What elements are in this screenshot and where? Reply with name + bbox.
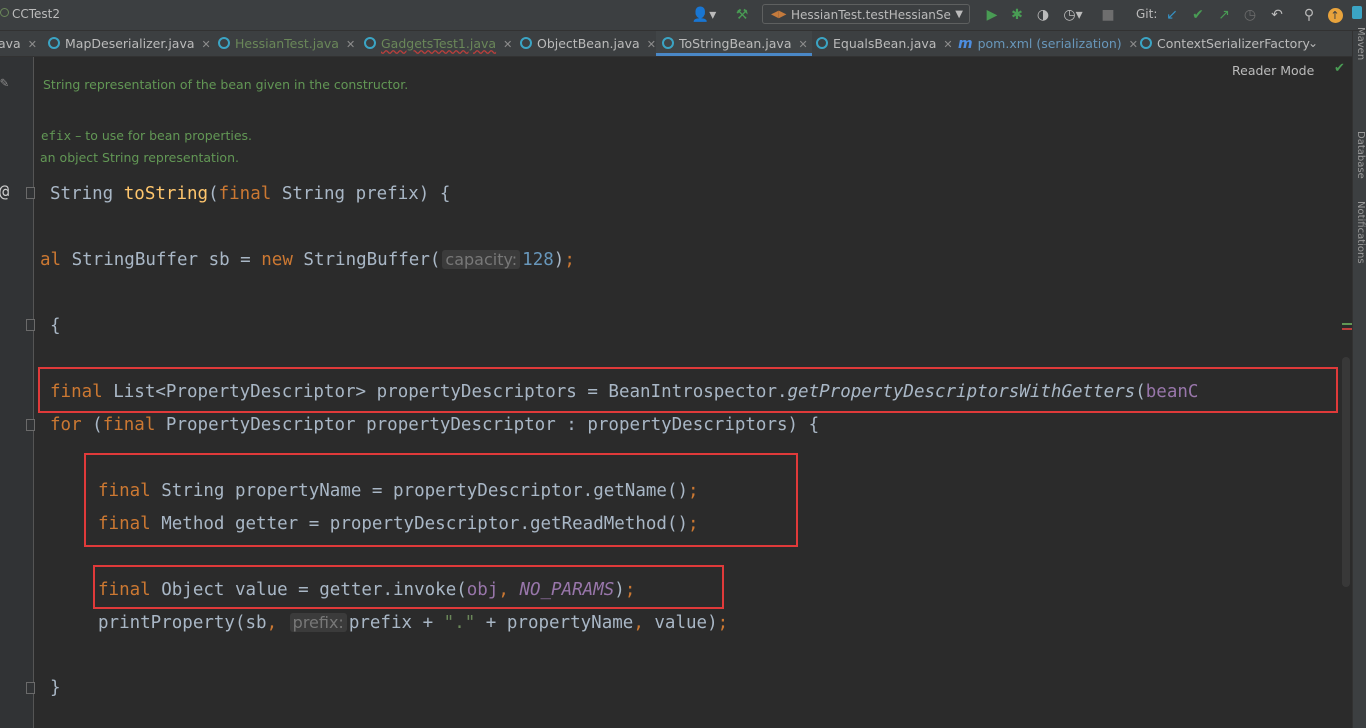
close-icon[interactable]: ✕: [346, 38, 355, 51]
tab-context-serializer-factory[interactable]: ContextSerializerFactory: [1140, 31, 1310, 56]
build-hammer-icon[interactable]: ⚒: [733, 6, 751, 24]
maven-icon: m: [958, 36, 973, 52]
close-icon[interactable]: ✕: [647, 38, 656, 51]
update-icon[interactable]: ↑: [1326, 6, 1344, 24]
git-history-icon[interactable]: ◷: [1242, 6, 1258, 24]
maven-tool-button[interactable]: Maven: [1355, 27, 1366, 60]
coverage-icon[interactable]: ◑: [1034, 6, 1052, 24]
java-class-icon: [816, 37, 828, 49]
git-update-icon[interactable]: ↙: [1164, 6, 1180, 24]
java-class-icon: [1140, 37, 1152, 49]
user-account-icon[interactable]: 👤▾: [690, 6, 718, 24]
edit-pencil-icon[interactable]: ✎: [0, 75, 8, 91]
code-line-close-brace: }: [50, 678, 61, 698]
code-line-method-signature: String toString(final String prefix) {: [50, 184, 451, 204]
chevron-down-icon: ▼: [955, 9, 963, 20]
close-icon[interactable]: ✕: [503, 38, 512, 51]
close-icon[interactable]: ✕: [798, 38, 807, 51]
highlight-box-invoke-line: [93, 565, 724, 609]
tab-pom-xml[interactable]: m pom.xml (serialization) ✕: [958, 31, 1138, 56]
tab-map-deserializer[interactable]: MapDeserializer.java ✕: [48, 31, 211, 56]
param-hint-capacity: capacity:: [442, 250, 521, 269]
notifications-tool-button[interactable]: Notifications: [1355, 201, 1366, 264]
tab-java-truncated[interactable]: ava ✕: [0, 31, 37, 56]
highlight-box-property-descriptors: [38, 367, 1338, 413]
override-marker-icon[interactable]: @: [0, 182, 9, 202]
git-push-icon[interactable]: ↗: [1216, 6, 1232, 24]
java-class-icon: [662, 37, 674, 49]
javadoc-return: an object String representation.: [40, 150, 239, 165]
close-icon[interactable]: ✕: [1129, 38, 1138, 51]
code-line-open-brace: {: [50, 316, 61, 336]
close-icon[interactable]: ✕: [202, 38, 211, 51]
reader-mode-toggle[interactable]: Reader Mode: [1232, 63, 1314, 78]
java-class-icon: [218, 37, 230, 49]
scrollbar-error-marker: [1342, 328, 1352, 330]
javadoc-param: efix – to use for bean properties.: [41, 128, 253, 143]
tab-hessian-test[interactable]: HessianTest.java ✕: [218, 31, 355, 56]
tabs-dropdown-icon[interactable]: ⌄: [1308, 31, 1318, 56]
run-config-icon: ◀▶: [771, 9, 787, 20]
tab-gadgets-test[interactable]: GadgetsTest1.java ✕: [364, 31, 512, 56]
run-icon[interactable]: ▶: [984, 6, 1000, 24]
param-hint-prefix: prefix:: [289, 613, 347, 632]
code-line-stringbuffer: al StringBuffer sb = new StringBuffer(ca…: [40, 250, 575, 270]
editor-gutter[interactable]: ✎ @: [0, 57, 35, 728]
java-class-icon: [48, 37, 60, 49]
javadoc-summary: String representation of the bean given …: [43, 77, 409, 92]
rollback-icon[interactable]: ↶: [1268, 6, 1286, 24]
close-icon[interactable]: ✕: [28, 38, 37, 51]
java-class-icon: [520, 37, 532, 49]
scrollbar-change-marker: [1342, 323, 1352, 325]
search-icon[interactable]: ⚲: [1300, 6, 1318, 24]
java-class-icon: [364, 37, 376, 49]
project-icon: [0, 8, 9, 17]
code-line-for-loop: for (final PropertyDescriptor propertyDe…: [50, 415, 820, 435]
plugin-icon[interactable]: [1350, 6, 1364, 24]
no-problems-check-icon[interactable]: ✔: [1334, 61, 1345, 76]
highlight-box-getter-lines: [84, 453, 798, 547]
stop-icon[interactable]: ■: [1100, 6, 1116, 24]
profile-icon[interactable]: ◷▾: [1060, 6, 1086, 24]
code-editor[interactable]: Reader Mode ✔ String representation of t…: [34, 57, 1352, 728]
project-name[interactable]: CCTest2: [0, 7, 60, 21]
close-icon[interactable]: ✕: [943, 38, 952, 51]
debug-icon[interactable]: ✱: [1008, 6, 1026, 24]
code-line-print-property: printProperty(sb, prefix: prefix + "." + …: [98, 613, 729, 633]
tab-to-string-bean[interactable]: ToStringBean.java ✕: [656, 31, 812, 56]
tab-equals-bean[interactable]: EqualsBean.java ✕: [816, 31, 953, 56]
run-configuration-select[interactable]: ◀▶ HessianTest.testHessianSer ▼: [762, 4, 970, 24]
editor-tab-bar: ava ✕ MapDeserializer.java ✕ HessianTest.j…: [0, 31, 1352, 57]
main-toolbar: CCTest2 👤▾ ⚒ ◀▶ HessianTest.testHessianS…: [0, 0, 1366, 31]
database-tool-button[interactable]: Database: [1355, 131, 1366, 179]
git-commit-icon[interactable]: ✔: [1190, 6, 1206, 24]
editor-scrollbar[interactable]: [1342, 357, 1350, 587]
tab-object-bean[interactable]: ObjectBean.java ✕: [520, 31, 656, 56]
right-tool-strip: Maven Database Notifications: [1352, 27, 1366, 728]
